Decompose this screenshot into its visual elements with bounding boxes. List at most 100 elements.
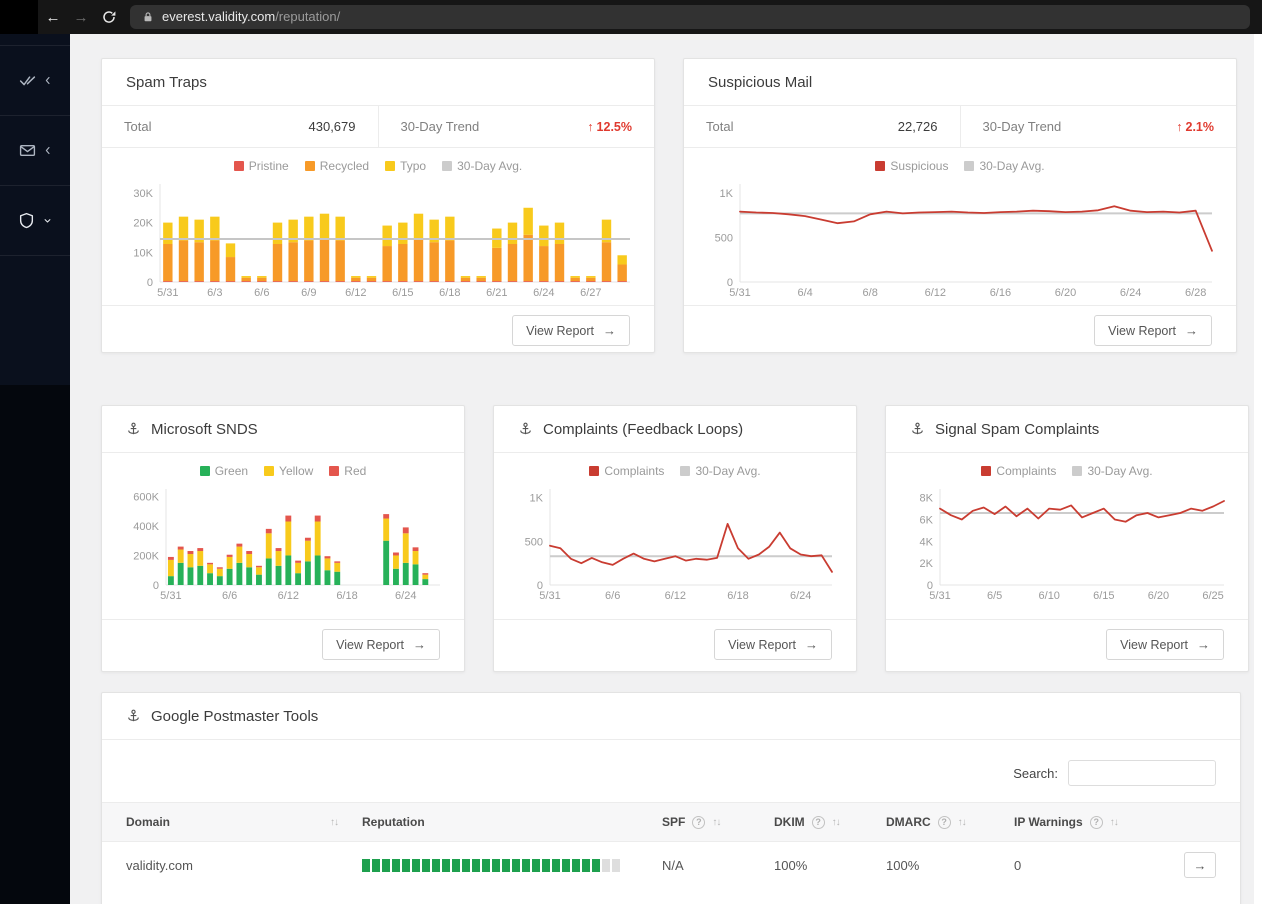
reputation-bar [362, 858, 622, 872]
legend-label: Pristine [248, 159, 289, 173]
search-label: Search: [1013, 765, 1058, 781]
view-report-button[interactable]: View Report → [1106, 629, 1224, 660]
column-header-domain[interactable]: Domain ↑↓ [102, 815, 350, 829]
trend-label: 30-Day Trend [982, 119, 1062, 134]
ip-warnings-value: 0 [1014, 857, 1022, 873]
arrow-right-icon: → [413, 637, 426, 652]
legend-swatch [264, 466, 275, 476]
reputation-segment [392, 858, 400, 872]
legend-swatch [964, 161, 975, 171]
sidebar-item-mail[interactable] [0, 116, 70, 186]
svg-text:10K: 10K [133, 247, 153, 259]
sidebar-item-validation[interactable] [0, 46, 70, 116]
column-header-ip-warnings[interactable]: IP Warnings ? ↑↓ [1002, 815, 1172, 829]
chart-area: Complaints 30-Day Avg. 0 2K 4K 6K 8K 5/31 6/5 6/… [886, 453, 1248, 619]
chart-area: Pristine Recycled Typo 30-Day Avg. 0 10K 20K 3… [102, 148, 654, 305]
dkim-cell: 100% [762, 858, 874, 873]
row-detail-button[interactable]: → [1184, 852, 1216, 878]
column-header-reputation[interactable]: Reputation [350, 815, 650, 829]
legend-label: Suspicious [890, 159, 949, 173]
reputation-segment [442, 858, 450, 872]
svg-text:6/24: 6/24 [1120, 287, 1141, 299]
legend-item: 30-Day Avg. [680, 464, 761, 478]
trend-stat: 30-Day Trend ↑ 2.1% [959, 106, 1237, 147]
search-input[interactable] [1068, 760, 1216, 786]
card-header: Microsoft SNDS [102, 406, 464, 453]
info-icon[interactable]: ? [692, 815, 706, 829]
view-report-button[interactable]: View Report → [1094, 315, 1212, 346]
chart-legend: Green Yellow Red [120, 457, 446, 483]
scrollbar[interactable] [1254, 34, 1262, 904]
column-label: DMARC [886, 815, 931, 829]
domain-value: validity.com [126, 857, 193, 873]
table-header: Domain ↑↓ Reputation SPF ? ↑↓ DKIM ? ↑↓ … [102, 802, 1240, 842]
chart-area: Complaints 30-Day Avg. 0 500 1K 5/31 6/6 6/12 6… [494, 453, 856, 619]
view-report-label: View Report [1108, 323, 1176, 338]
signal-spam-chart: 02K4K6K8K5/31 6/5 6/10 6/15 6/20 6/25 [920, 489, 1225, 602]
view-report-button[interactable]: View Report → [714, 629, 832, 660]
complaints-card: Complaints (Feedback Loops) Complaints 30… [493, 405, 857, 672]
card-footer: View Report → [684, 305, 1236, 357]
legend-label: Red [344, 464, 367, 478]
trend-percent: 2.1% [1185, 119, 1215, 134]
reputation-segment [512, 858, 520, 872]
view-report-button[interactable]: View Report → [322, 629, 440, 660]
reputation-segment [462, 858, 470, 872]
info-icon[interactable]: ? [811, 815, 825, 829]
svg-text:5/31: 5/31 [539, 590, 560, 602]
chart-legend: Complaints 30-Day Avg. [512, 457, 838, 483]
info-icon[interactable]: ? [937, 815, 951, 829]
legend-swatch [875, 161, 886, 171]
legend-item: Complaints [981, 464, 1056, 478]
view-report-button[interactable]: View Report → [512, 315, 630, 346]
svg-text:20K: 20K [133, 218, 153, 230]
total-label: Total [706, 119, 734, 134]
data-source-anchor-icon [128, 709, 139, 721]
legend-label: Green [214, 464, 249, 478]
card-footer: View Report → [102, 305, 654, 357]
reputation-segment [582, 858, 590, 872]
sort-icon[interactable]: ↑↓ [330, 817, 339, 828]
reputation-segment [432, 858, 440, 872]
svg-text:5/31: 5/31 [929, 590, 950, 602]
forward-button[interactable]: → [68, 4, 94, 30]
legend-label: Complaints [604, 464, 665, 478]
legend-label: Typo [400, 159, 427, 173]
chart-legend: Pristine Recycled Typo 30-Day Avg. [120, 152, 636, 178]
column-header-dmarc[interactable]: DMARC ? ↑↓ [874, 815, 1002, 829]
sort-icon[interactable]: ↑↓ [712, 817, 721, 828]
svg-text:8K: 8K [920, 493, 934, 505]
card-title: Microsoft SNDS [151, 420, 258, 438]
info-icon[interactable]: ? [1089, 815, 1103, 829]
svg-text:6/5: 6/5 [987, 590, 1002, 602]
legend-item: Red [329, 464, 366, 478]
sort-icon[interactable]: ↑↓ [958, 817, 967, 828]
table-row: validity.com N/A 100% 100% 0 → [102, 842, 1240, 888]
shield-icon [19, 212, 33, 229]
google-postmaster-card: Google Postmaster Tools Search: Domain ↑… [101, 692, 1241, 904]
url-bar[interactable]: everest.validity.com/reputation/ [130, 5, 1250, 29]
sort-icon[interactable]: ↑↓ [832, 817, 841, 828]
card-title: Spam Traps [126, 73, 207, 91]
legend-swatch [442, 161, 453, 171]
reload-button[interactable] [96, 4, 122, 30]
svg-text:6/12: 6/12 [665, 590, 686, 602]
svg-text:6/25: 6/25 [1202, 590, 1223, 602]
url-host: everest.validity.com [162, 9, 276, 24]
stats-row: Total 430,679 30-Day Trend ↑ 12.5% [102, 106, 654, 148]
view-report-label: View Report [1120, 637, 1188, 652]
sort-icon[interactable]: ↑↓ [1110, 817, 1119, 828]
trend-stat: 30-Day Trend ↑ 12.5% [377, 106, 655, 147]
card-title: Complaints (Feedback Loops) [543, 420, 744, 438]
column-header-dkim[interactable]: DKIM ? ↑↓ [762, 815, 874, 829]
back-button[interactable]: ← [40, 4, 66, 30]
arrow-right-icon: → [805, 637, 818, 652]
suspicious-mail-card: Suspicious Mail Total 22,726 30-Day Tren… [683, 58, 1237, 353]
sidebar [0, 34, 70, 904]
svg-text:6K: 6K [920, 515, 934, 527]
svg-text:500: 500 [715, 232, 733, 244]
svg-text:6/21: 6/21 [486, 287, 507, 299]
sidebar-item-reputation[interactable] [0, 186, 70, 256]
svg-text:6/12: 6/12 [925, 287, 946, 299]
column-header-spf[interactable]: SPF ? ↑↓ [650, 815, 762, 829]
